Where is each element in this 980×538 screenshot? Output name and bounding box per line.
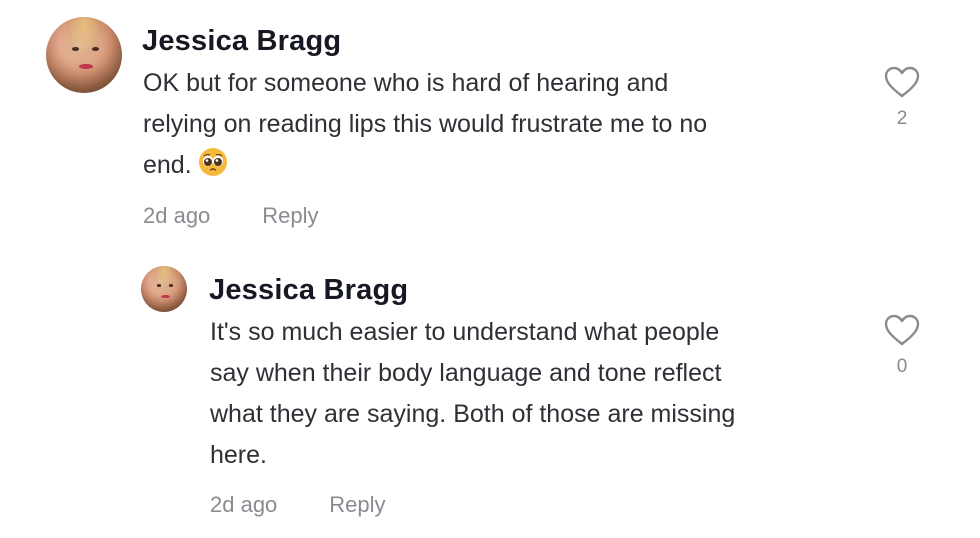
comment-text-line: relying on reading lips this would frust… [143, 110, 708, 138]
reply-button[interactable]: Reply [262, 203, 318, 228]
reply-button[interactable]: Reply [329, 492, 385, 517]
comment-text-line: here. [210, 441, 267, 469]
comment: Jessica Bragg OK but for someone who is … [0, 0, 980, 240]
pleading-face-emoji-icon [198, 148, 227, 176]
comment-timestamp: 2d ago [143, 203, 211, 228]
like-count: 2 [896, 108, 908, 129]
heart-icon [884, 66, 920, 98]
comment-text-line: OK but for someone who is hard of hearin… [143, 69, 669, 97]
comment-text-line: say when their body language and tone re… [210, 359, 722, 387]
comment-text: It's so much easier to understand what p… [210, 312, 735, 476]
comment-meta: 2d ago Reply [210, 492, 386, 518]
comment-username[interactable]: Jessica Bragg [142, 25, 341, 58]
like-button[interactable]: 0 [882, 314, 922, 378]
avatar[interactable] [46, 17, 122, 93]
comment-timestamp: 2d ago [210, 492, 278, 517]
comment-text-line: what they are saying. Both of those are … [210, 400, 736, 428]
avatar[interactable] [141, 266, 187, 312]
like-button[interactable]: 2 [882, 66, 922, 130]
reply-comment: Jessica Bragg It's so much easier to und… [0, 250, 980, 538]
comment-username[interactable]: Jessica Bragg [209, 274, 408, 307]
comment-text-line: end. [143, 151, 192, 179]
like-count: 0 [896, 356, 908, 377]
comment-meta: 2d ago Reply [143, 203, 319, 229]
comment-text: OK but for someone who is hard of hearin… [143, 63, 707, 186]
heart-icon [884, 314, 920, 346]
comment-text-line: It's so much easier to understand what p… [210, 318, 720, 346]
